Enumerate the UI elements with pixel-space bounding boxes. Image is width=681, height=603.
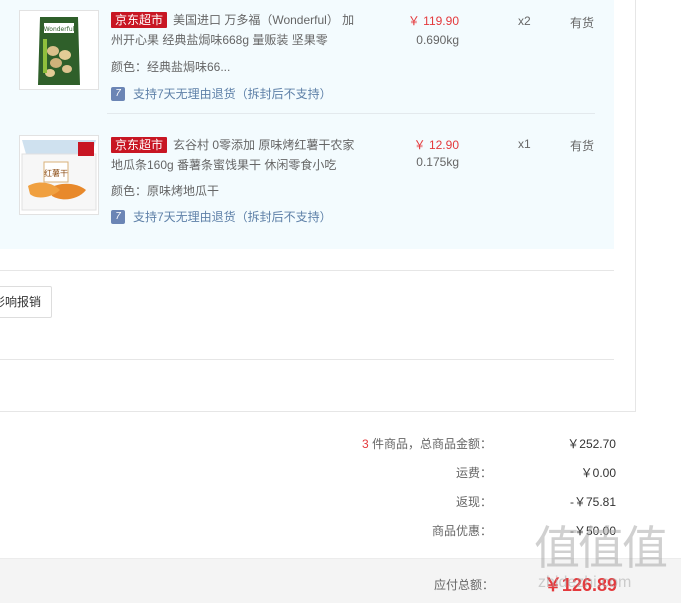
product-attribute: 颜色：原味烤地瓜干: [111, 184, 220, 198]
section-divider: [0, 411, 636, 412]
unit-price: ￥ 119.90: [407, 14, 459, 28]
quantity: x2: [518, 14, 531, 28]
weight: 0.175kg: [416, 155, 459, 169]
item-count: 3: [361, 437, 369, 451]
discount-label: 商品优惠：: [431, 524, 492, 538]
thumb-brand: Wonderful: [44, 26, 75, 33]
cashback-label: 返现：: [455, 495, 492, 509]
shipping-row: 运费： ￥0.00: [300, 463, 616, 483]
unit-price: ￥ 12.90: [413, 138, 459, 152]
product-thumbnail[interactable]: 红薯干: [19, 135, 99, 215]
shipping-label: 运费：: [455, 466, 492, 480]
cart-item: Wonderful 京东超市 美国进口 万多福（Wonderful） 加州开心果 …: [0, 0, 614, 124]
container-border: [635, 0, 636, 411]
jd-supermarket-tag: 京东超市: [111, 137, 168, 153]
cart-item: 红薯干 京东超市 玄谷村 0零添加 原味烤红薯干农家地瓜条160g 番薯条蜜饯果干…: [0, 125, 614, 249]
cashback-row: 返现： -￥75.81: [300, 492, 616, 512]
goods-total-value: ￥252.70: [567, 437, 616, 451]
product-thumbnail[interactable]: Wonderful: [19, 10, 99, 90]
return-policy-icon: 7: [111, 86, 125, 101]
return-policy-text: 支持7天无理由退货（拆封后不支持）: [133, 210, 332, 224]
stock-status: 有货: [570, 139, 595, 153]
cashback-value: -￥75.81: [569, 495, 616, 509]
quantity: x1: [518, 137, 531, 151]
pistachio-bag-image: Wonderful: [20, 11, 98, 89]
shipping-value: ￥0.00: [580, 466, 616, 480]
invoice-button[interactable]: 影响报销: [0, 286, 52, 318]
return-policy: 7 支持7天无理由退货（拆封后不支持）: [111, 85, 332, 102]
goods-total-label: 3 件商品，总商品金额：: [361, 437, 492, 451]
sweet-potato-bag-image: 红薯干: [20, 136, 98, 214]
goods-panel: Wonderful 京东超市 美国进口 万多福（Wonderful） 加州开心果 …: [0, 0, 614, 249]
thumb-brand: 红薯干: [44, 168, 68, 178]
payable-value: ￥126.89: [543, 575, 617, 595]
discount-value: -￥50.00: [569, 524, 616, 538]
section-divider: [0, 270, 614, 271]
jd-supermarket-tag: 京东超市: [111, 12, 168, 28]
goods-total-row: 3 件商品，总商品金额： ￥252.70: [300, 434, 616, 454]
product-attribute: 颜色：经典盐焗味66...: [111, 60, 231, 74]
payable-total-bar: 应付总额： ￥126.89: [0, 558, 681, 603]
return-policy: 7 支持7天无理由退货（拆封后不支持）: [111, 208, 332, 225]
discount-row: 商品优惠： -￥50.00: [300, 521, 616, 541]
product-title[interactable]: 京东超市 玄谷村 0零添加 原味烤红薯干农家地瓜条160g 番薯条蜜饯果干 休闲零…: [111, 135, 355, 175]
section-divider: [0, 359, 614, 360]
weight: 0.690kg: [416, 33, 459, 47]
product-title[interactable]: 京东超市 美国进口 万多福（Wonderful） 加州开心果 经典盐焗味668g …: [111, 10, 355, 50]
stock-status: 有货: [570, 16, 595, 30]
return-policy-icon: 7: [111, 209, 125, 224]
return-policy-text: 支持7天无理由退货（拆封后不支持）: [133, 87, 332, 101]
item-divider: [107, 113, 595, 114]
payable-label: 应付总额：: [433, 578, 494, 592]
